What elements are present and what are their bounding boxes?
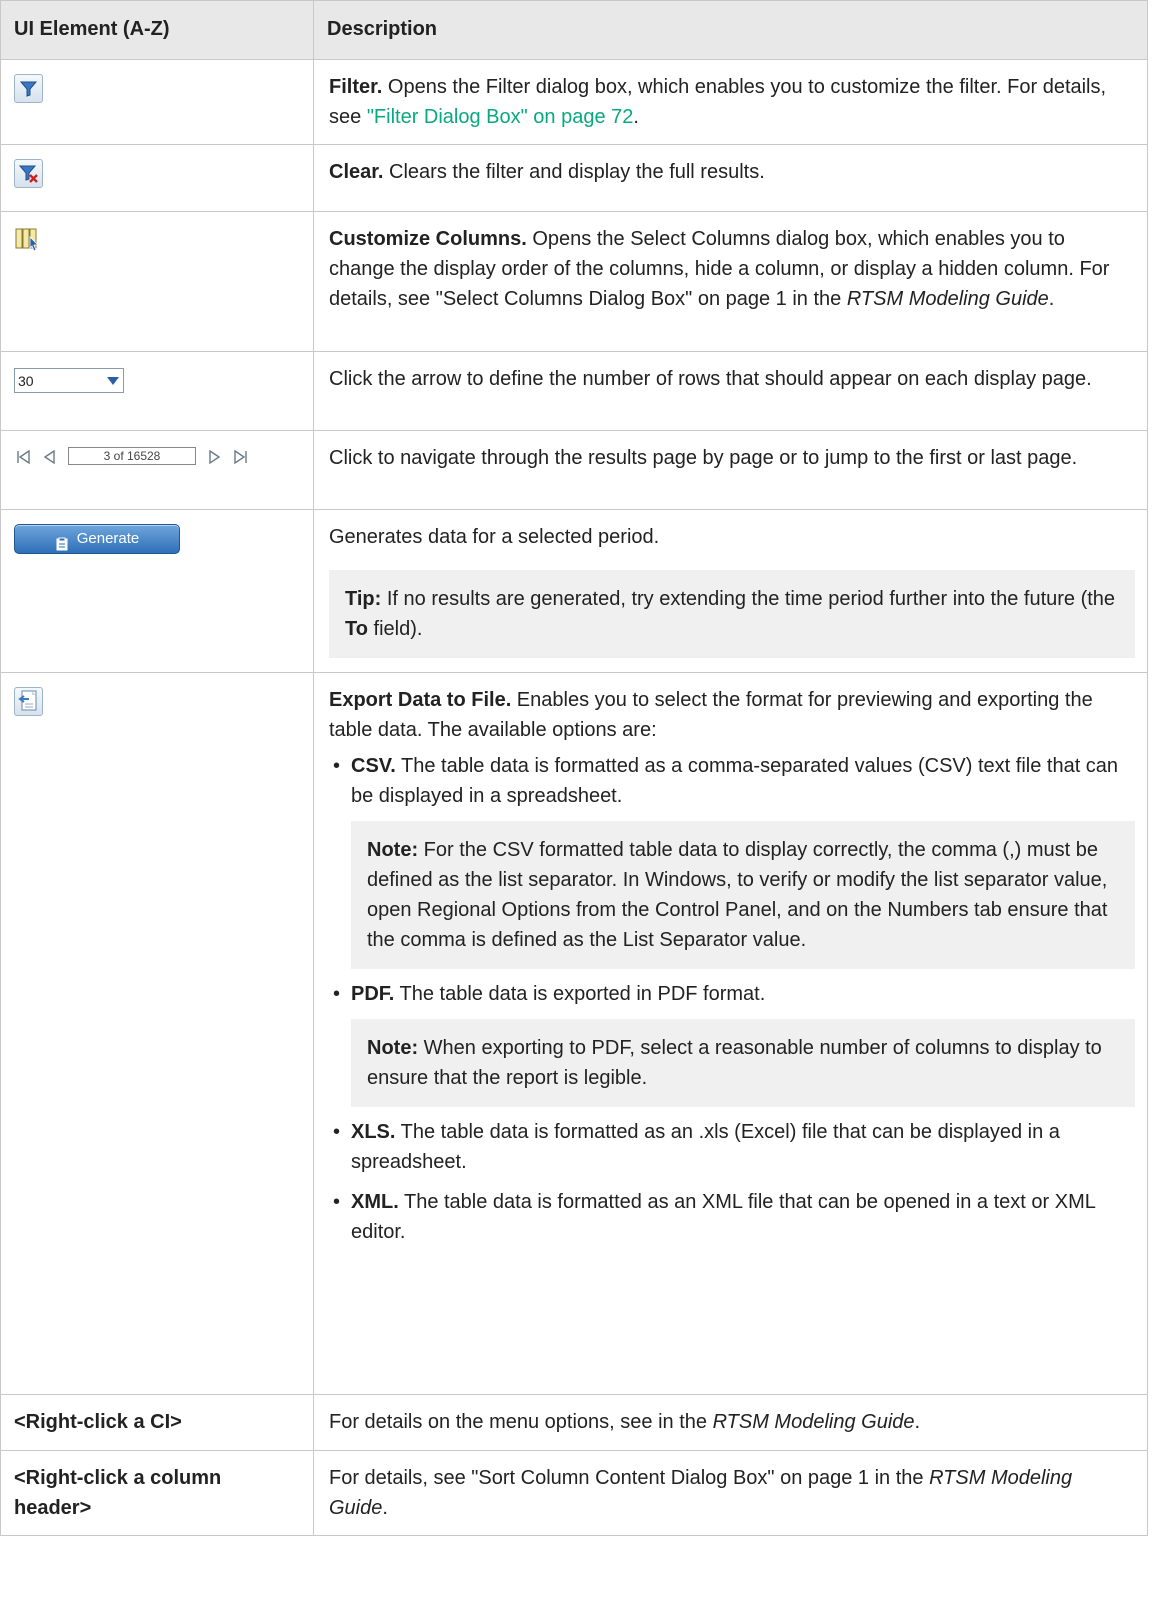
clear-text: Clears the filter and display the full r… bbox=[383, 161, 765, 183]
tip-box: Tip: If no results are generated, try ex… bbox=[329, 570, 1135, 658]
description-cell: Click the arrow to define the number of … bbox=[313, 351, 1148, 431]
ui-element-cell: <Right-click a CI> bbox=[0, 1394, 314, 1451]
rows-per-page-value: 30 bbox=[18, 372, 34, 389]
tip-label: Tip: bbox=[345, 588, 382, 610]
page-number-field[interactable]: 3 of 16528 bbox=[68, 447, 196, 465]
list-item: XML. The table data is formatted as an X… bbox=[329, 1187, 1135, 1247]
table-row: <Right-click a CI> For details on the me… bbox=[0, 1394, 1148, 1451]
csv-text: The table data is formatted as a comma-s… bbox=[351, 755, 1119, 807]
table-row: Filter. Opens the Filter dialog box, whi… bbox=[0, 59, 1148, 145]
csv-note-box: Note: For the CSV formatted table data t… bbox=[351, 821, 1135, 969]
export-options-list: CSV. The table data is formatted as a co… bbox=[329, 751, 1135, 1247]
ui-element-cell: 3 of 16528 bbox=[0, 430, 314, 510]
table-row: <Right-click a column header> For detail… bbox=[0, 1450, 1148, 1536]
ui-element-cell bbox=[0, 672, 314, 1395]
table-header-row: UI Element (A-Z) Description bbox=[0, 0, 1148, 60]
ui-element-cell bbox=[0, 59, 314, 145]
ui-element-cell: 30 bbox=[0, 351, 314, 431]
export-term: Export Data to File. bbox=[329, 689, 512, 711]
pdf-term: PDF. bbox=[351, 983, 395, 1005]
customize-columns-icon[interactable] bbox=[14, 226, 41, 253]
csv-note-text: For the CSV formatted table data to disp… bbox=[367, 839, 1108, 951]
ui-elements-table: UI Element (A-Z) Description Filter. Ope… bbox=[0, 0, 1148, 1536]
header-ui-element: UI Element (A-Z) bbox=[0, 0, 314, 60]
generate-text: Generates data for a selected period. bbox=[329, 526, 660, 548]
clear-filter-icon[interactable] bbox=[14, 159, 43, 188]
table-row: Clear. Clears the filter and display the… bbox=[0, 144, 1148, 212]
tip-field: To bbox=[345, 618, 368, 640]
description-cell: For details, see "Sort Column Content Di… bbox=[313, 1450, 1148, 1536]
ui-element-cell: <Right-click a column header> bbox=[0, 1450, 314, 1536]
chevron-down-icon[interactable] bbox=[103, 369, 123, 392]
filter-dialog-link[interactable]: "Filter Dialog Box" on page 72 bbox=[367, 106, 634, 128]
pager-text: Click to navigate through the results pa… bbox=[329, 447, 1078, 469]
generate-button[interactable]: Generate bbox=[14, 524, 180, 554]
filter-term: Filter. bbox=[329, 76, 383, 98]
right-click-ci-guide: RTSM Modeling Guide bbox=[712, 1411, 915, 1433]
last-page-icon[interactable] bbox=[230, 447, 250, 465]
filter-tail: . bbox=[633, 106, 639, 128]
xml-term: XML. bbox=[351, 1191, 399, 1213]
first-page-icon[interactable] bbox=[14, 447, 34, 465]
export-data-icon[interactable] bbox=[14, 687, 43, 716]
csv-term: CSV. bbox=[351, 755, 396, 777]
filter-icon[interactable] bbox=[14, 74, 43, 103]
ui-element-cell: Generate bbox=[0, 509, 314, 673]
right-click-ci-tail: . bbox=[914, 1411, 921, 1433]
ui-element-cell bbox=[0, 144, 314, 212]
customize-term: Customize Columns. bbox=[329, 228, 527, 250]
list-item: XLS. The table data is formatted as an .… bbox=[329, 1117, 1135, 1177]
pdf-note-box: Note: When exporting to PDF, select a re… bbox=[351, 1019, 1135, 1107]
xls-term: XLS. bbox=[351, 1121, 396, 1143]
list-item: PDF. The table data is exported in PDF f… bbox=[329, 979, 1135, 1107]
pagination-control: 3 of 16528 bbox=[14, 447, 250, 465]
pdf-note-label: Note: bbox=[367, 1037, 419, 1059]
table-row: Customize Columns. Opens the Select Colu… bbox=[0, 211, 1148, 352]
list-item: CSV. The table data is formatted as a co… bbox=[329, 751, 1135, 969]
csv-note-label: Note: bbox=[367, 839, 419, 861]
pdf-text: The table data is exported in PDF format… bbox=[394, 983, 766, 1005]
table-row: Generate Generates data for a selected p… bbox=[0, 509, 1148, 673]
xml-text: The table data is formatted as an XML fi… bbox=[351, 1191, 1096, 1243]
next-page-icon[interactable] bbox=[204, 447, 224, 465]
generate-icon bbox=[55, 532, 69, 551]
description-cell: Filter. Opens the Filter dialog box, whi… bbox=[313, 59, 1148, 145]
previous-page-icon[interactable] bbox=[40, 447, 60, 465]
right-click-header-text: For details, see "Sort Column Content Di… bbox=[329, 1467, 930, 1489]
header-description: Description bbox=[313, 0, 1148, 60]
description-cell: Export Data to File. Enables you to sele… bbox=[313, 672, 1148, 1395]
description-cell: Generates data for a selected period. Ti… bbox=[313, 509, 1148, 673]
xls-text: The table data is formatted as an .xls (… bbox=[351, 1121, 1060, 1173]
tip-tail: field). bbox=[367, 618, 423, 640]
description-cell: Clear. Clears the filter and display the… bbox=[313, 144, 1148, 212]
generate-button-label: Generate bbox=[76, 530, 140, 547]
table-row: 30 Click the arrow to define the number … bbox=[0, 351, 1148, 431]
tip-text: If no results are generated, try extendi… bbox=[381, 588, 1116, 610]
table-row: Export Data to File. Enables you to sele… bbox=[0, 672, 1148, 1395]
description-cell: Customize Columns. Opens the Select Colu… bbox=[313, 211, 1148, 352]
right-click-ci-text: For details on the menu options, see in … bbox=[329, 1411, 713, 1433]
description-cell: Click to navigate through the results pa… bbox=[313, 430, 1148, 510]
clear-term: Clear. bbox=[329, 161, 384, 183]
rows-per-page-text: Click the arrow to define the number of … bbox=[329, 368, 1092, 390]
customize-guide: RTSM Modeling Guide bbox=[846, 288, 1049, 310]
ui-element-cell bbox=[0, 211, 314, 352]
table-row: 3 of 16528 Click to navigate through the… bbox=[0, 430, 1148, 510]
rows-per-page-select[interactable]: 30 bbox=[14, 368, 124, 393]
description-cell: For details on the menu options, see in … bbox=[313, 1394, 1148, 1451]
right-click-header-tail: . bbox=[382, 1497, 388, 1519]
customize-tail: . bbox=[1048, 288, 1055, 310]
pdf-note-text: When exporting to PDF, select a reasonab… bbox=[367, 1037, 1102, 1089]
